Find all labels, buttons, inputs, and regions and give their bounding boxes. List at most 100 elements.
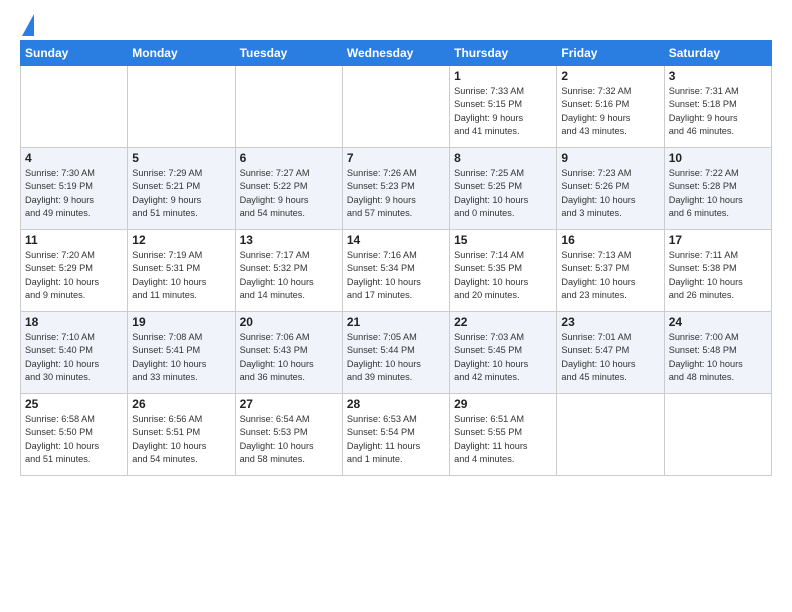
weekday-header-tuesday: Tuesday	[235, 41, 342, 66]
day-number: 1	[454, 69, 552, 83]
day-number: 19	[132, 315, 230, 329]
weekday-header-saturday: Saturday	[664, 41, 771, 66]
weekday-header-wednesday: Wednesday	[342, 41, 449, 66]
calendar-cell: 19 Sunrise: 7:08 AM Sunset: 5:41 PM Dayli…	[128, 312, 235, 394]
weekday-header-thursday: Thursday	[450, 41, 557, 66]
day-info: Sunrise: 7:27 AM Sunset: 5:22 PM Dayligh…	[240, 167, 338, 220]
calendar-cell: 15 Sunrise: 7:14 AM Sunset: 5:35 PM Dayli…	[450, 230, 557, 312]
day-info: Sunrise: 7:23 AM Sunset: 5:26 PM Dayligh…	[561, 167, 659, 220]
calendar-cell: 26Sunrise: 6:56 AM Sunset: 5:51 PM Dayli…	[128, 394, 235, 476]
day-number: 13	[240, 233, 338, 247]
weekday-header-friday: Friday	[557, 41, 664, 66]
day-info: Sunrise: 7:14 AM Sunset: 5:35 PM Dayligh…	[454, 249, 552, 302]
calendar-cell: 27 Sunrise: 6:54 AM Sunset: 5:53 PM Dayli…	[235, 394, 342, 476]
day-number: 20	[240, 315, 338, 329]
calendar-cell	[664, 394, 771, 476]
header	[20, 16, 772, 34]
weekday-header-sunday: Sunday	[21, 41, 128, 66]
week-row-1: 4 Sunrise: 7:30 AM Sunset: 5:19 PM Daylig…	[21, 148, 772, 230]
day-info: Sunrise: 7:29 AM Sunset: 5:21 PM Dayligh…	[132, 167, 230, 220]
calendar-cell: 2 Sunrise: 7:32 AM Sunset: 5:16 PM Daylig…	[557, 66, 664, 148]
week-row-0: 1 Sunrise: 7:33 AM Sunset: 5:15 PM Daylig…	[21, 66, 772, 148]
day-info: Sunrise: 7:06 AM Sunset: 5:43 PM Dayligh…	[240, 331, 338, 384]
calendar-cell: 20 Sunrise: 7:06 AM Sunset: 5:43 PM Dayli…	[235, 312, 342, 394]
day-number: 14	[347, 233, 445, 247]
calendar-cell	[342, 66, 449, 148]
day-info: Sunrise: 6:58 AM Sunset: 5:50 PM Dayligh…	[25, 413, 123, 466]
calendar-cell: 22 Sunrise: 7:03 AM Sunset: 5:45 PM Dayli…	[450, 312, 557, 394]
day-number: 17	[669, 233, 767, 247]
calendar-cell: 21 Sunrise: 7:05 AM Sunset: 5:44 PM Dayli…	[342, 312, 449, 394]
calendar-cell	[128, 66, 235, 148]
day-info: Sunrise: 7:08 AM Sunset: 5:41 PM Dayligh…	[132, 331, 230, 384]
day-info: Sunrise: 7:25 AM Sunset: 5:25 PM Dayligh…	[454, 167, 552, 220]
day-number: 21	[347, 315, 445, 329]
week-row-2: 11Sunrise: 7:20 AM Sunset: 5:29 PM Dayli…	[21, 230, 772, 312]
calendar-cell: 16 Sunrise: 7:13 AM Sunset: 5:37 PM Dayli…	[557, 230, 664, 312]
day-number: 5	[132, 151, 230, 165]
calendar-cell: 18 Sunrise: 7:10 AM Sunset: 5:40 PM Dayli…	[21, 312, 128, 394]
day-info: Sunrise: 7:33 AM Sunset: 5:15 PM Dayligh…	[454, 85, 552, 138]
day-info: Sunrise: 6:56 AM Sunset: 5:51 PM Dayligh…	[132, 413, 230, 466]
day-info: Sunrise: 7:32 AM Sunset: 5:16 PM Dayligh…	[561, 85, 659, 138]
calendar-cell: 23Sunrise: 7:01 AM Sunset: 5:47 PM Dayli…	[557, 312, 664, 394]
calendar-cell: 13 Sunrise: 7:17 AM Sunset: 5:32 PM Dayli…	[235, 230, 342, 312]
day-info: Sunrise: 7:03 AM Sunset: 5:45 PM Dayligh…	[454, 331, 552, 384]
logo	[20, 16, 34, 34]
day-info: Sunrise: 7:05 AM Sunset: 5:44 PM Dayligh…	[347, 331, 445, 384]
day-number: 9	[561, 151, 659, 165]
logo-triangle-icon	[22, 14, 34, 36]
day-number: 18	[25, 315, 123, 329]
day-info: Sunrise: 7:30 AM Sunset: 5:19 PM Dayligh…	[25, 167, 123, 220]
day-number: 25	[25, 397, 123, 411]
calendar-cell	[235, 66, 342, 148]
day-info: Sunrise: 6:54 AM Sunset: 5:53 PM Dayligh…	[240, 413, 338, 466]
day-number: 6	[240, 151, 338, 165]
day-number: 11	[25, 233, 123, 247]
day-number: 29	[454, 397, 552, 411]
day-number: 3	[669, 69, 767, 83]
calendar-cell	[557, 394, 664, 476]
day-number: 7	[347, 151, 445, 165]
day-number: 22	[454, 315, 552, 329]
calendar-cell	[21, 66, 128, 148]
day-number: 4	[25, 151, 123, 165]
calendar-cell: 17Sunrise: 7:11 AM Sunset: 5:38 PM Dayli…	[664, 230, 771, 312]
calendar-cell: 7 Sunrise: 7:26 AM Sunset: 5:23 PM Daylig…	[342, 148, 449, 230]
day-info: Sunrise: 7:00 AM Sunset: 5:48 PM Dayligh…	[669, 331, 767, 384]
calendar-cell: 24 Sunrise: 7:00 AM Sunset: 5:48 PM Dayli…	[664, 312, 771, 394]
day-info: Sunrise: 7:17 AM Sunset: 5:32 PM Dayligh…	[240, 249, 338, 302]
day-number: 15	[454, 233, 552, 247]
calendar-cell: 11Sunrise: 7:20 AM Sunset: 5:29 PM Dayli…	[21, 230, 128, 312]
calendar-table: SundayMondayTuesdayWednesdayThursdayFrid…	[20, 40, 772, 476]
day-info: Sunrise: 7:26 AM Sunset: 5:23 PM Dayligh…	[347, 167, 445, 220]
day-number: 23	[561, 315, 659, 329]
weekday-header-monday: Monday	[128, 41, 235, 66]
calendar-cell: 1 Sunrise: 7:33 AM Sunset: 5:15 PM Daylig…	[450, 66, 557, 148]
day-info: Sunrise: 7:22 AM Sunset: 5:28 PM Dayligh…	[669, 167, 767, 220]
calendar-cell: 14 Sunrise: 7:16 AM Sunset: 5:34 PM Dayli…	[342, 230, 449, 312]
day-number: 12	[132, 233, 230, 247]
day-number: 10	[669, 151, 767, 165]
day-number: 16	[561, 233, 659, 247]
day-info: Sunrise: 7:16 AM Sunset: 5:34 PM Dayligh…	[347, 249, 445, 302]
calendar-header-row: SundayMondayTuesdayWednesdayThursdayFrid…	[21, 41, 772, 66]
calendar-cell: 3 Sunrise: 7:31 AM Sunset: 5:18 PM Daylig…	[664, 66, 771, 148]
logo-text-block	[20, 16, 34, 34]
calendar-cell: 10 Sunrise: 7:22 AM Sunset: 5:28 PM Dayli…	[664, 148, 771, 230]
day-info: Sunrise: 7:10 AM Sunset: 5:40 PM Dayligh…	[25, 331, 123, 384]
calendar-cell: 12Sunrise: 7:19 AM Sunset: 5:31 PM Dayli…	[128, 230, 235, 312]
day-number: 27	[240, 397, 338, 411]
day-info: Sunrise: 7:31 AM Sunset: 5:18 PM Dayligh…	[669, 85, 767, 138]
day-number: 8	[454, 151, 552, 165]
page: SundayMondayTuesdayWednesdayThursdayFrid…	[0, 0, 792, 486]
calendar-cell: 9 Sunrise: 7:23 AM Sunset: 5:26 PM Daylig…	[557, 148, 664, 230]
calendar-cell: 28Sunrise: 6:53 AM Sunset: 5:54 PM Dayli…	[342, 394, 449, 476]
day-number: 24	[669, 315, 767, 329]
day-number: 2	[561, 69, 659, 83]
week-row-3: 18 Sunrise: 7:10 AM Sunset: 5:40 PM Dayli…	[21, 312, 772, 394]
day-info: Sunrise: 7:13 AM Sunset: 5:37 PM Dayligh…	[561, 249, 659, 302]
week-row-4: 25 Sunrise: 6:58 AM Sunset: 5:50 PM Dayli…	[21, 394, 772, 476]
calendar-cell: 8 Sunrise: 7:25 AM Sunset: 5:25 PM Daylig…	[450, 148, 557, 230]
calendar-cell: 25 Sunrise: 6:58 AM Sunset: 5:50 PM Dayli…	[21, 394, 128, 476]
